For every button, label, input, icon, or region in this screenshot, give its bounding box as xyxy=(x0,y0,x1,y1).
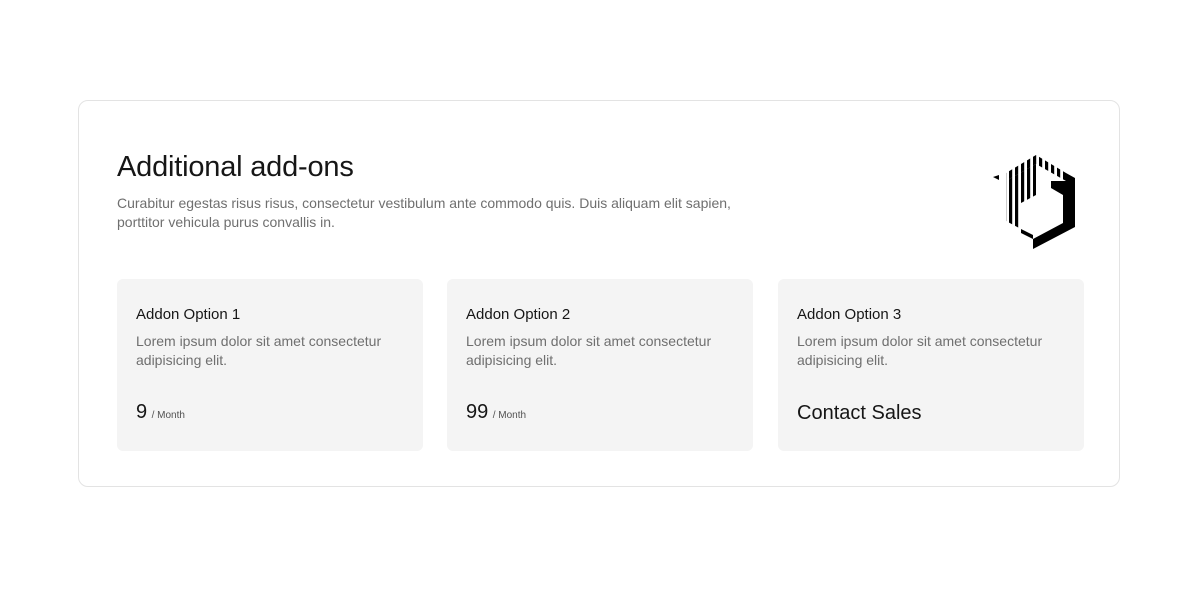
addon-description: Lorem ipsum dolor sit amet consectetur a… xyxy=(466,333,712,368)
striped-hexagon-logo-icon xyxy=(993,155,1075,249)
price-value: 9 xyxy=(136,401,148,423)
addon-title: Addon Option 2 xyxy=(466,306,571,323)
addon-description: Lorem ipsum dolor sit amet consectetur a… xyxy=(136,333,382,368)
addon-card[interactable]: Addon Option 3 Lorem ipsum dolor sit ame… xyxy=(778,279,1084,451)
addon-price: 9 / Month xyxy=(136,399,185,429)
addon-title: Addon Option 1 xyxy=(136,306,241,323)
price-unit: / Month xyxy=(492,410,527,421)
addon-cards: Addon Option 1 Lorem ipsum dolor sit ame… xyxy=(117,279,1084,451)
addon-price: 99 / Month xyxy=(466,399,526,429)
addon-card[interactable]: Addon Option 2 Lorem ipsum dolor sit ame… xyxy=(447,279,753,451)
price-value: 99 xyxy=(466,401,489,423)
price-unit: / Month xyxy=(151,410,185,421)
section-description: Curabitur egestas risus risus, consectet… xyxy=(117,195,731,230)
addons-panel: Additional add-ons Curabitur egestas ris… xyxy=(78,100,1120,487)
addon-description: Lorem ipsum dolor sit amet consectetur a… xyxy=(797,333,1043,368)
addon-title: Addon Option 3 xyxy=(797,306,902,323)
section-title: Additional add-ons xyxy=(117,151,354,183)
contact-sales-link[interactable]: Contact Sales xyxy=(797,400,922,426)
addon-card[interactable]: Addon Option 1 Lorem ipsum dolor sit ame… xyxy=(117,279,423,451)
